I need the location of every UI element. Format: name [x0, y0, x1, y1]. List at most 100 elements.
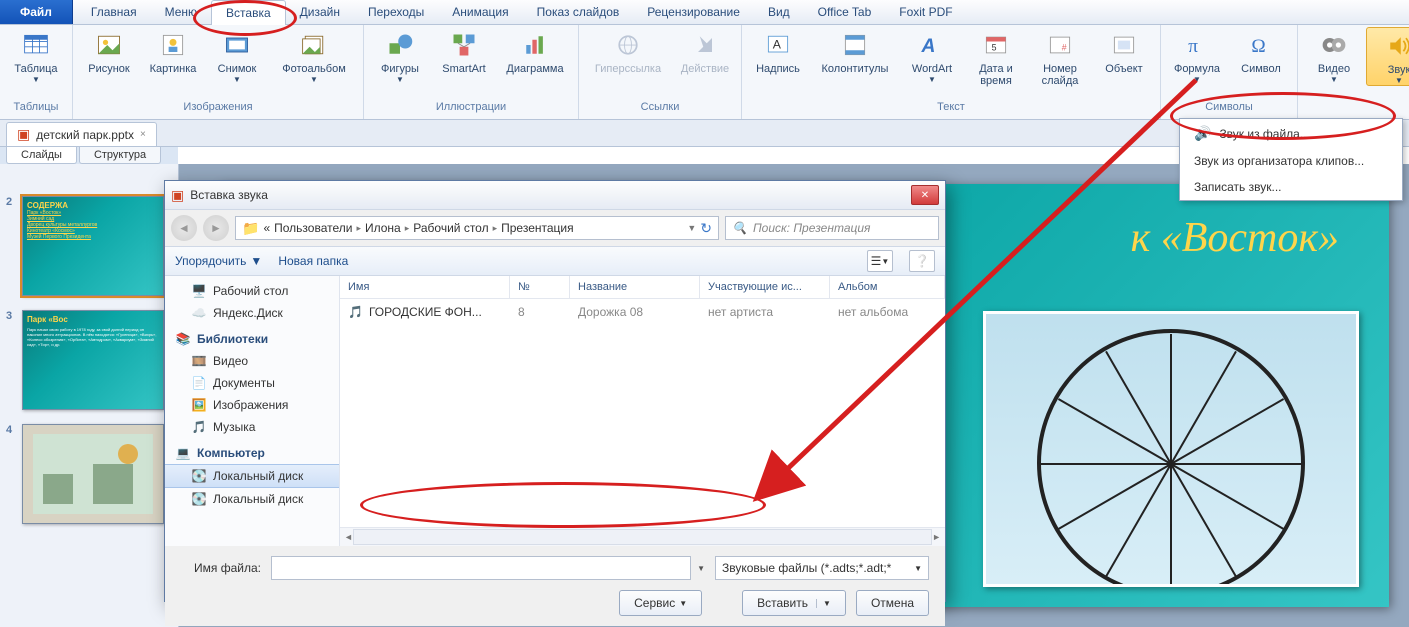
- view-button[interactable]: ☰ ▼: [867, 250, 893, 272]
- svg-text:A: A: [773, 38, 782, 52]
- table-label: Таблица: [14, 63, 57, 75]
- audio-record[interactable]: Записать звук...: [1180, 174, 1402, 200]
- smartart-button[interactable]: SmartArt: [432, 27, 496, 75]
- crumb-item[interactable]: Рабочий стол: [413, 221, 488, 235]
- audio-button[interactable]: Звук▼: [1366, 27, 1409, 86]
- wordart-button[interactable]: AWordArt▼: [900, 27, 964, 84]
- service-button[interactable]: Сервис▼: [619, 590, 702, 616]
- tab-insert[interactable]: Вставка: [211, 0, 286, 25]
- crumb-item[interactable]: Презентация: [501, 221, 574, 235]
- breadcrumb[interactable]: 📁 « Пользователи▸ Илона▸ Рабочий стол▸ П…: [235, 216, 719, 240]
- subtab-slides[interactable]: Слайды: [6, 147, 77, 164]
- nav-fwd-button[interactable]: ►: [203, 215, 229, 241]
- tree-videos[interactable]: 🎞️Видео: [165, 350, 339, 372]
- col-title[interactable]: Название: [570, 276, 700, 298]
- audio-from-organizer[interactable]: Звук из организатора клипов...: [1180, 148, 1402, 174]
- picture-icon: [93, 29, 125, 61]
- object-button[interactable]: Объект: [1092, 27, 1156, 75]
- tab-home[interactable]: Главная: [77, 0, 151, 24]
- filename-input[interactable]: [271, 556, 691, 580]
- tree-documents[interactable]: 📄Документы: [165, 372, 339, 394]
- file-row[interactable]: 🎵ГОРОДСКИЕ ФОН... 8 Дорожка 08 нет артис…: [340, 299, 945, 325]
- nav-back-button[interactable]: ◄: [171, 215, 197, 241]
- textbox-button[interactable]: AНадпись: [746, 27, 810, 75]
- help-button[interactable]: ❔: [909, 250, 935, 272]
- shapes-button[interactable]: Фигуры▼: [368, 27, 432, 84]
- pane-subtabs: Слайды Структура: [6, 147, 161, 164]
- slide-thumb-2[interactable]: 2 СОДЕРЖА Парк «Восток» Зимний сад Дворе…: [22, 196, 170, 296]
- h-scrollbar[interactable]: ◄►: [340, 527, 945, 546]
- tree-pictures[interactable]: 🖼️Изображения: [165, 394, 339, 416]
- hyperlink-button[interactable]: Гиперссылка: [583, 27, 673, 75]
- menubar: Файл Главная Меню Вставка Дизайн Переход…: [0, 0, 1409, 25]
- tab-animation[interactable]: Анимация: [438, 0, 522, 24]
- datetime-label: Дата и время: [966, 63, 1026, 87]
- video-icon: [1318, 29, 1350, 61]
- tree-music[interactable]: 🎵Музыка: [165, 416, 339, 438]
- organize-button[interactable]: Упорядочить ▼: [175, 254, 262, 268]
- headerfooter-button[interactable]: Колонтитулы: [810, 27, 900, 75]
- tab-design[interactable]: Дизайн: [286, 0, 354, 24]
- file-tab[interactable]: Файл: [0, 0, 73, 24]
- dialog-close-button[interactable]: ✕: [911, 185, 939, 205]
- video-button[interactable]: Видео▼: [1302, 27, 1366, 84]
- photoalbum-button[interactable]: Фотоальбом▼: [269, 27, 359, 84]
- drive-icon: 💽: [191, 491, 207, 507]
- chevron-down-icon[interactable]: ▼: [687, 223, 696, 233]
- subtab-outline[interactable]: Структура: [79, 147, 161, 164]
- tree-yadisk[interactable]: ☁️Яндекс.Диск: [165, 302, 339, 324]
- datetime-button[interactable]: 5Дата и время: [964, 27, 1028, 87]
- symbol-button[interactable]: ΩСимвол: [1229, 27, 1293, 75]
- picture-button[interactable]: Рисунок: [77, 27, 141, 75]
- tab-review[interactable]: Рецензирование: [633, 0, 754, 24]
- insert-button[interactable]: Вставить▼: [742, 590, 846, 616]
- clipart-button[interactable]: Картинка: [141, 27, 205, 75]
- datetime-icon: 5: [980, 29, 1012, 61]
- tree-drive-d[interactable]: 💽Локальный диск: [165, 488, 339, 510]
- newfolder-button[interactable]: Новая папка: [278, 254, 348, 268]
- tab-slideshow[interactable]: Показ слайдов: [523, 0, 634, 24]
- refresh-icon[interactable]: ↻: [700, 220, 712, 237]
- group-label-tables: Таблицы: [4, 101, 68, 117]
- thumb-title: Парк «Вос: [27, 315, 159, 324]
- equation-button[interactable]: πФормула▼: [1165, 27, 1229, 84]
- col-no[interactable]: №: [510, 276, 570, 298]
- slide-thumb-4[interactable]: 4: [22, 424, 170, 524]
- audio-record-label: Записать звук...: [1194, 180, 1281, 194]
- tree-computer[interactable]: 💻Компьютер: [165, 442, 339, 464]
- close-icon[interactable]: ×: [140, 129, 146, 140]
- crumb-item[interactable]: Илона: [365, 221, 401, 235]
- dialog-search[interactable]: 🔍 Поиск: Презентация: [725, 216, 939, 240]
- library-icon: 📚: [175, 331, 191, 347]
- table-button[interactable]: Таблица ▼: [4, 27, 68, 84]
- dialog-titlebar[interactable]: ▣ Вставка звука ✕: [165, 181, 945, 210]
- col-name[interactable]: Имя: [340, 276, 510, 298]
- equation-label: Формула: [1174, 63, 1220, 75]
- doc-tab[interactable]: ▣ детский парк.pptx ×: [6, 122, 157, 146]
- tab-foxit[interactable]: Foxit PDF: [885, 0, 966, 24]
- file-artists: нет артиста: [700, 299, 830, 325]
- svg-text:#: #: [1062, 42, 1067, 52]
- slidenumber-button[interactable]: #Номер слайда: [1028, 27, 1092, 87]
- action-button[interactable]: Действие: [673, 27, 737, 75]
- tree-libraries[interactable]: 📚Библиотеки: [165, 328, 339, 350]
- screenshot-button[interactable]: Снимок▼: [205, 27, 269, 84]
- filetype-select[interactable]: Звуковые файлы (*.adts;*.adt;*▼: [715, 556, 929, 580]
- slide-thumb-3[interactable]: 3 Парк «Вос Парк начал свою работу в 197…: [22, 310, 170, 410]
- thumb-title: СОДЕРЖА: [27, 201, 159, 210]
- audio-from-file[interactable]: 🔊Звук из файла...: [1180, 119, 1402, 148]
- headerfooter-icon: [839, 29, 871, 61]
- tab-view[interactable]: Вид: [754, 0, 804, 24]
- cancel-button[interactable]: Отмена: [856, 590, 929, 616]
- tab-transitions[interactable]: Переходы: [354, 0, 438, 24]
- col-album[interactable]: Альбом: [830, 276, 945, 298]
- crumb-item[interactable]: Пользователи: [274, 221, 352, 235]
- tab-officetab[interactable]: Office Tab: [804, 0, 886, 24]
- documents-icon: 📄: [191, 375, 207, 391]
- tab-menu[interactable]: Меню: [151, 0, 211, 24]
- chart-button[interactable]: Диаграмма: [496, 27, 574, 75]
- chevron-down-icon[interactable]: ▼: [697, 564, 705, 573]
- col-artists[interactable]: Участвующие ис...: [700, 276, 830, 298]
- tree-drive-c[interactable]: 💽Локальный диск: [165, 464, 339, 488]
- tree-desktop[interactable]: 🖥️Рабочий стол: [165, 280, 339, 302]
